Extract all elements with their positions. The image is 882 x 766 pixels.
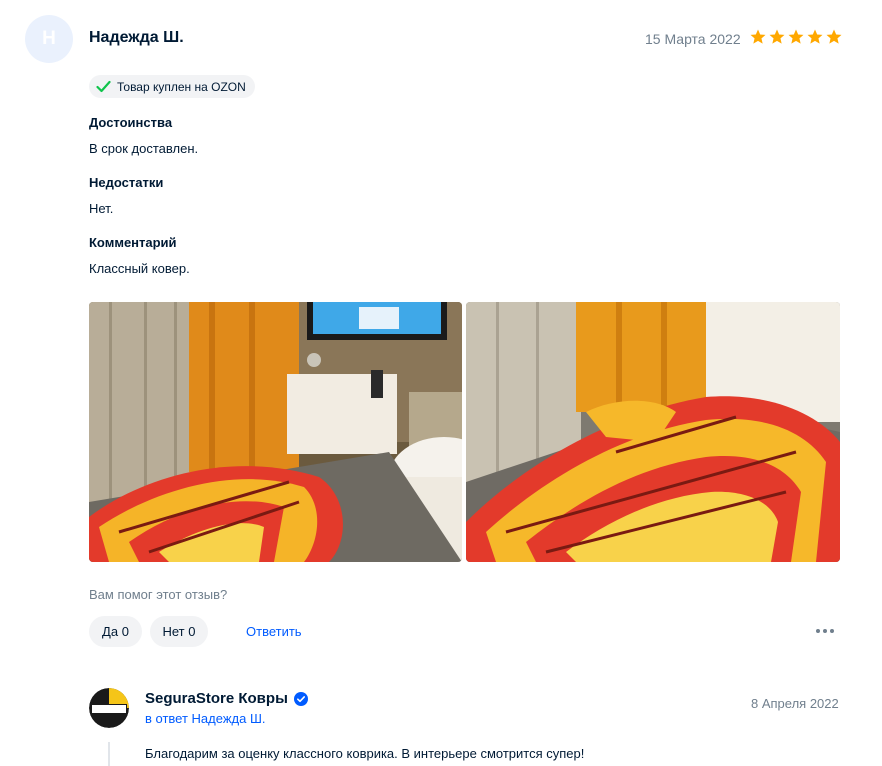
avatar-letter: Н <box>42 28 56 49</box>
cons-text: Нет. <box>89 201 114 216</box>
helpful-question: Вам помог этот отзыв? <box>89 587 228 602</box>
comment-title: Комментарий <box>89 235 177 250</box>
rating-stars <box>749 28 843 46</box>
pros-text: В срок доставлен. <box>89 141 199 156</box>
reply-divider <box>108 742 110 766</box>
comment-text: Классный ковер. <box>89 261 190 276</box>
seller-name-label: SeguraStore Ковры <box>145 690 288 707</box>
review-photo-1[interactable] <box>89 302 462 562</box>
pros-title: Достоинства <box>89 115 173 130</box>
checkmark-icon <box>96 80 111 93</box>
seller-logo <box>89 688 129 728</box>
star-icon <box>750 29 766 44</box>
star-icon <box>826 29 842 44</box>
star-icon <box>769 29 785 44</box>
reply-to-link[interactable]: в ответ Надежда Ш. <box>145 711 265 726</box>
avatar: Н <box>25 15 73 63</box>
segura-logo-icon <box>89 688 129 728</box>
star-icon <box>807 29 823 44</box>
reply-link[interactable]: Ответить <box>246 624 302 639</box>
helpful-yes-button[interactable]: Да 0 <box>89 616 142 647</box>
review-photo-2[interactable] <box>466 302 840 562</box>
purchased-badge: Товар куплен на OZON <box>89 75 255 98</box>
lion-rug-closeup-image <box>466 302 840 562</box>
living-room-rug-image <box>89 302 462 562</box>
seller-name[interactable]: SeguraStore Ковры <box>145 690 308 707</box>
reply-date: 8 Апреля 2022 <box>751 696 839 711</box>
review-author[interactable]: Надежда Ш. <box>89 29 184 47</box>
verified-icon <box>293 691 308 706</box>
cons-title: Недостатки <box>89 175 164 190</box>
more-options-icon[interactable] <box>812 622 838 640</box>
helpful-no-button[interactable]: Нет 0 <box>150 616 208 647</box>
badge-label: Товар куплен на OZON <box>117 79 246 94</box>
review-date: 15 Марта 2022 <box>645 31 741 47</box>
star-icon <box>788 29 804 44</box>
reply-text: Благодарим за оценку классного коврика. … <box>145 746 585 761</box>
